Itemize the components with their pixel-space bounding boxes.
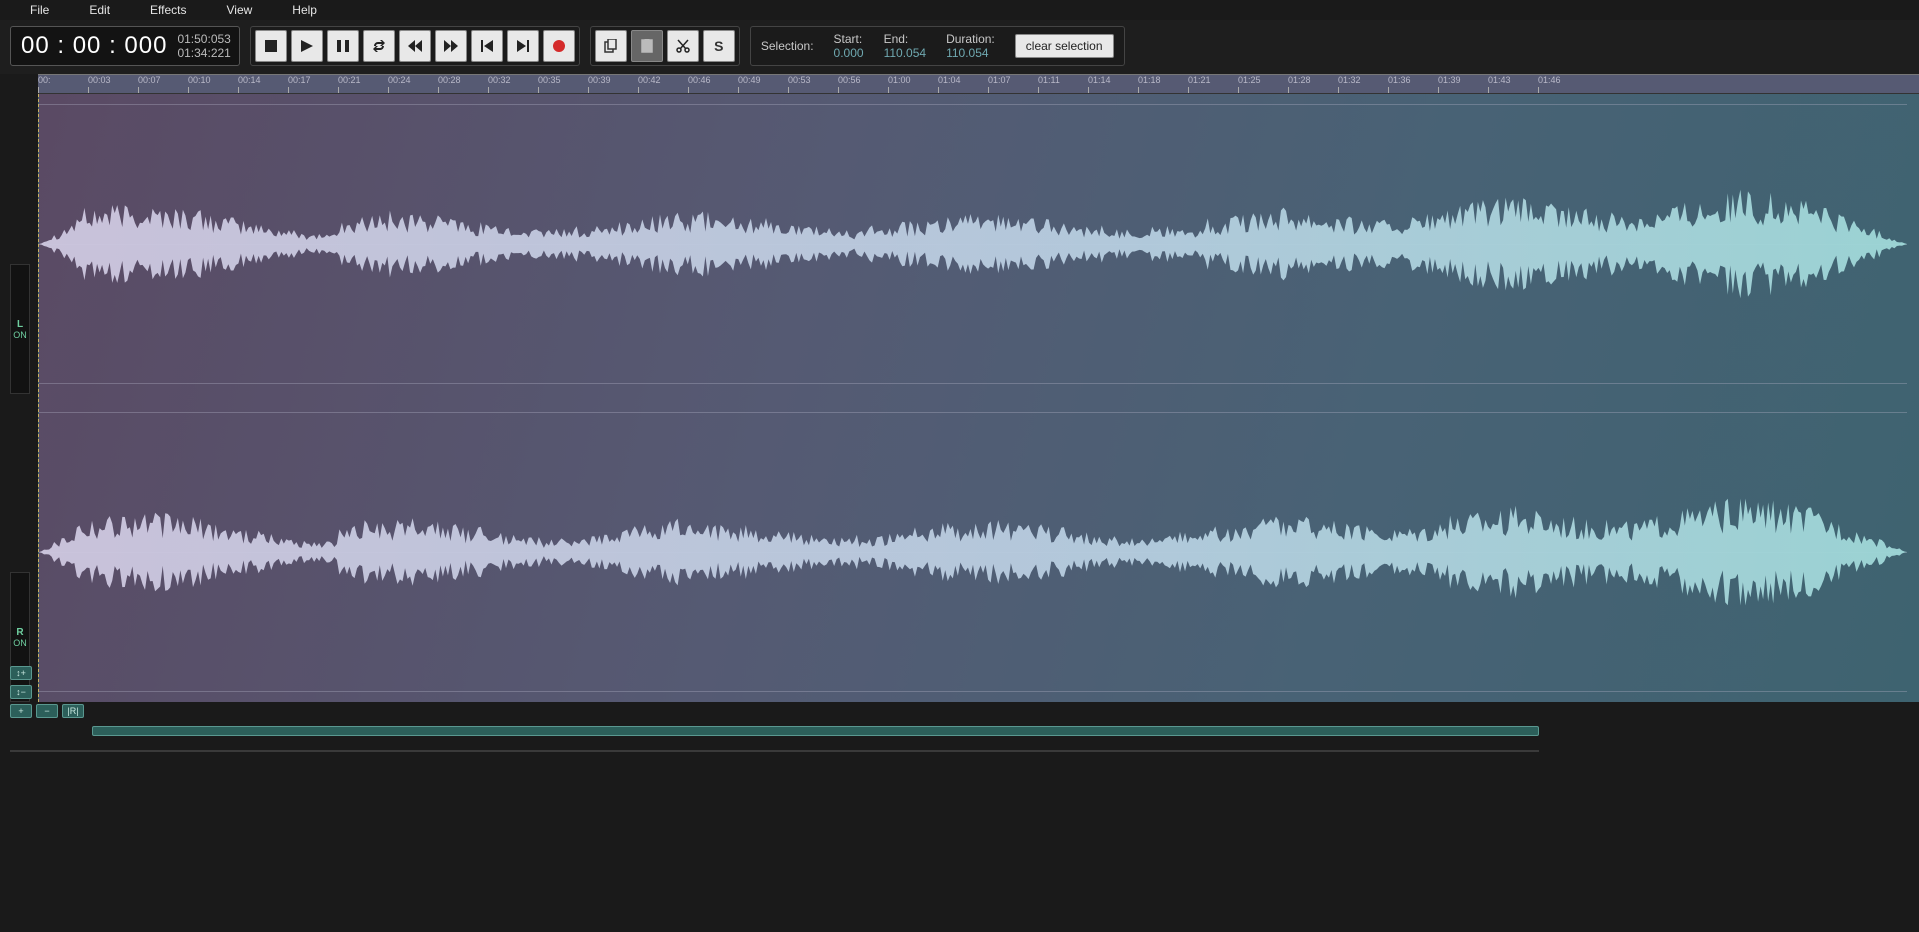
selection-end-label: End: <box>884 32 927 46</box>
ruler-tick: 01:32 <box>1338 75 1361 93</box>
ruler-tick: 00:21 <box>338 75 361 93</box>
record-icon <box>553 40 565 52</box>
snap-button[interactable]: S <box>703 30 735 62</box>
copy-button[interactable] <box>595 30 627 62</box>
ruler-tick: 00:10 <box>188 75 211 93</box>
zoom-in[interactable]: + <box>10 704 32 718</box>
zoom-vertical-in[interactable]: ↕+ <box>10 666 32 680</box>
selection-group: Selection: Start: 0.000 End: 110.054 Dur… <box>750 26 1125 66</box>
ruler-tick: 00:42 <box>638 75 661 93</box>
selection-end-value: 110.054 <box>884 46 927 60</box>
ruler-tick: 00: <box>38 75 51 93</box>
ruler-tick: 00:03 <box>88 75 111 93</box>
clear-selection-button[interactable]: clear selection <box>1015 34 1114 58</box>
toolbar: 00 : 00 : 000 01:50:053 01:34:221 S Sele… <box>0 20 1919 74</box>
menu-file[interactable]: File <box>30 3 49 17</box>
menu-view[interactable]: View <box>227 3 253 17</box>
ruler-tick: 01:36 <box>1388 75 1411 93</box>
ruler-tick: 00:53 <box>788 75 811 93</box>
waveform-track-left[interactable] <box>39 104 1907 384</box>
ruler-tick: 01:11 <box>1038 75 1060 93</box>
timeline-ruler[interactable]: 00: 00:03 00:07 00:10 00:14 00:17 00:21 00:24 00… <box>38 74 1919 94</box>
remaining-time: 01:34:221 <box>177 46 230 60</box>
playhead-time: 00 : 00 : 000 <box>21 32 167 60</box>
ruler-tick: 00:14 <box>238 75 261 93</box>
menu-edit[interactable]: Edit <box>89 3 110 17</box>
zoom-fit[interactable]: |R| <box>62 704 84 718</box>
zoom-out[interactable]: − <box>36 704 58 718</box>
waveform-track-right[interactable] <box>39 412 1907 692</box>
ruler-tick: 01:46 <box>1538 75 1561 93</box>
ruler-tick: 00:17 <box>288 75 311 93</box>
skip-end-button[interactable] <box>507 30 539 62</box>
menu-effects[interactable]: Effects <box>150 3 186 17</box>
ruler-tick: 01:43 <box>1488 75 1511 93</box>
channel-label-left[interactable]: L ON <box>10 264 30 394</box>
zoom-vertical-out[interactable]: ↕− <box>10 685 32 699</box>
ruler-tick: 00:39 <box>588 75 611 93</box>
ruler-tick: 01:39 <box>1438 75 1461 93</box>
stop-button[interactable] <box>255 30 287 62</box>
zoom-controls: ↕+ ↕− + − |R| <box>10 666 84 718</box>
cut-button[interactable] <box>667 30 699 62</box>
channel-l-on: ON <box>13 330 27 340</box>
ruler-tick: 00:28 <box>438 75 461 93</box>
loop-button[interactable] <box>363 30 395 62</box>
waveform-area[interactable] <box>38 94 1919 702</box>
total-time: 01:50:053 <box>177 32 230 46</box>
ruler-tick: 00:56 <box>838 75 861 93</box>
play-button[interactable] <box>291 30 323 62</box>
ruler-tick: 01:14 <box>1088 75 1111 93</box>
selection-start-value: 0.000 <box>834 46 864 60</box>
channel-r: R <box>16 627 23 638</box>
menubar: File Edit Effects View Help <box>0 0 1919 20</box>
skip-start-button[interactable] <box>471 30 503 62</box>
channel-l: L <box>17 319 23 330</box>
ruler-tick: 00:46 <box>688 75 711 93</box>
ruler-tick: 01:21 <box>1188 75 1211 93</box>
ruler-tick: 01:07 <box>988 75 1011 93</box>
paste-button[interactable] <box>631 30 663 62</box>
ruler-tick: 01:28 <box>1288 75 1311 93</box>
transport-group <box>250 26 580 66</box>
selection-duration-label: Duration: <box>946 32 995 46</box>
selection-label: Selection: <box>761 39 814 53</box>
ruler-tick: 00:49 <box>738 75 761 93</box>
channel-r-on: ON <box>13 638 27 648</box>
time-display: 00 : 00 : 000 01:50:053 01:34:221 <box>10 26 240 66</box>
divider <box>10 750 1539 752</box>
ruler-tick: 01:18 <box>1138 75 1161 93</box>
ruler-tick: 00:24 <box>388 75 411 93</box>
pause-button[interactable] <box>327 30 359 62</box>
selection-start-label: Start: <box>834 32 864 46</box>
ruler-tick: 00:07 <box>138 75 161 93</box>
record-button[interactable] <box>543 30 575 62</box>
rewind-button[interactable] <box>399 30 431 62</box>
ruler-tick: 00:32 <box>488 75 511 93</box>
ruler-tick: 00:35 <box>538 75 561 93</box>
forward-button[interactable] <box>435 30 467 62</box>
ruler-tick: 01:00 <box>888 75 911 93</box>
horizontal-scrollbar[interactable] <box>92 726 1539 736</box>
ruler-tick: 01:04 <box>938 75 961 93</box>
waveform-right <box>39 413 1907 691</box>
selection-duration-value: 110.054 <box>946 46 995 60</box>
menu-help[interactable]: Help <box>292 3 317 17</box>
edit-group: S <box>590 26 740 66</box>
waveform-left <box>39 105 1907 383</box>
ruler-tick: 01:25 <box>1238 75 1261 93</box>
